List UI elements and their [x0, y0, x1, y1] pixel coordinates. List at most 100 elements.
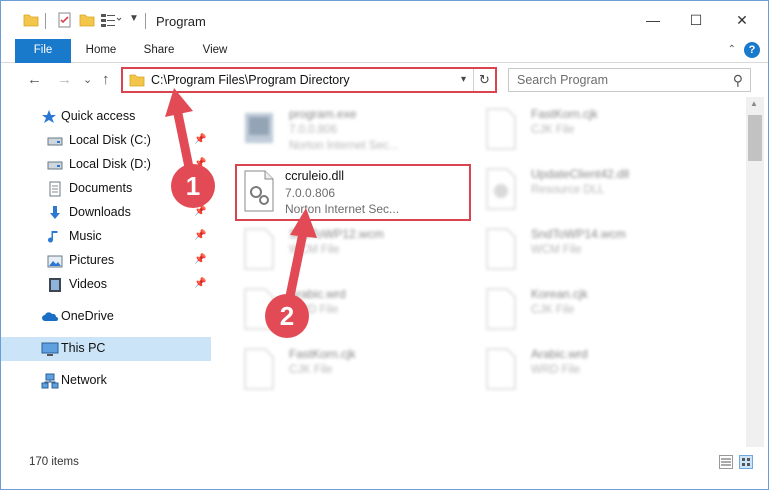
pin-icon[interactable]: 📌: [194, 278, 206, 289]
computer-icon: [41, 341, 59, 357]
file-version: 7.0.0.806: [289, 124, 337, 136]
sidebar-item-label: Quick access: [61, 109, 136, 123]
tab-home[interactable]: Home: [79, 39, 123, 63]
pin-icon[interactable]: 📌: [194, 254, 206, 265]
sidebar-item-music[interactable]: Music 📌: [1, 225, 211, 249]
documents-icon: [47, 181, 63, 197]
title-divider: [145, 13, 146, 29]
window-title: Program: [156, 14, 206, 29]
sidebar-item-label: Videos: [69, 277, 107, 291]
tab-file[interactable]: File: [15, 39, 71, 63]
pin-icon[interactable]: 📌: [194, 230, 206, 241]
file-type: WCM File: [289, 244, 340, 256]
item-count: 170 items: [29, 456, 79, 468]
forward-button[interactable]: →: [57, 71, 72, 88]
search-box[interactable]: Search Program ⚲: [508, 68, 751, 92]
pictures-icon: [47, 253, 63, 269]
title-divider: [45, 13, 46, 29]
folder-icon: [23, 12, 41, 30]
file-name: Arabic.wrd: [531, 347, 588, 361]
close-button[interactable]: ✕: [719, 1, 765, 39]
sidebar-item-label: Pictures: [69, 253, 115, 267]
sidebar-item-pictures[interactable]: Pictures 📌: [1, 249, 211, 273]
file-type: Resource DLL: [531, 184, 605, 196]
dll-file-icon: [483, 167, 519, 215]
scroll-up-icon[interactable]: ▲: [750, 99, 758, 108]
tiles-view-icon[interactable]: [739, 455, 753, 469]
file-item[interactable]: program.exe 7.0.0.806 Norton Internet Se…: [241, 107, 481, 165]
properties-icon[interactable]: [57, 12, 75, 30]
step-1-badge: 1: [171, 164, 215, 208]
navigation-bar: ← → ⌄ ↑ C:\Program Files\Program Directo…: [1, 63, 768, 97]
file-item[interactable]: UpdateClient42.dll Resource DLL: [483, 167, 723, 225]
pin-icon[interactable]: 📌: [194, 134, 206, 145]
file-type: CJK File: [289, 364, 333, 376]
status-bar: 170 items: [1, 451, 768, 489]
star-icon: [41, 109, 57, 125]
tab-share[interactable]: Share: [137, 39, 181, 63]
file-description: Norton Internet Sec...: [285, 202, 400, 216]
highlighted-file-item[interactable]: ccruleio.dll 7.0.0.806 Norton Internet S…: [235, 164, 471, 221]
tab-view[interactable]: View: [195, 39, 235, 63]
new-folder-icon[interactable]: [79, 12, 97, 30]
help-button[interactable]: ?: [744, 42, 760, 58]
refresh-button[interactable]: ↻: [473, 69, 495, 91]
navigation-pane: Quick access Local Disk (C:) 📌 Local Dis…: [1, 101, 211, 451]
file-name: FastKorn.cjk: [289, 347, 356, 361]
file-name: SndToWP12.wcm: [289, 227, 384, 241]
file-name: Korean.cjk: [531, 287, 588, 301]
scroll-thumb[interactable]: [748, 115, 762, 161]
file-icon: [483, 107, 519, 155]
sidebar-item-label: Local Disk (C:): [69, 133, 151, 147]
address-dropdown-icon[interactable]: ▾: [461, 74, 466, 85]
sidebar-item-downloads[interactable]: Downloads 📌: [1, 201, 211, 225]
maximize-button[interactable]: ☐: [673, 1, 719, 39]
sidebar-item-onedrive[interactable]: OneDrive: [1, 305, 211, 329]
file-name: SndToWP14.wcm: [531, 227, 626, 241]
download-icon: [47, 205, 63, 221]
expand-ribbon-icon[interactable]: ⌃: [728, 44, 736, 55]
file-item[interactable]: FastKorn.cjk CJK File: [483, 107, 723, 165]
sidebar-item-this-pc[interactable]: This PC: [1, 337, 211, 361]
sidebar-item-network[interactable]: Network: [1, 369, 211, 393]
explorer-window: ▼ Program — ☐ ✕ File Home Share View ⌃ ?…: [0, 0, 769, 490]
videos-icon: [47, 277, 63, 293]
file-icon: [483, 287, 519, 335]
recent-locations-button[interactable]: ⌄: [83, 73, 92, 86]
file-icon: [483, 227, 519, 275]
file-item[interactable]: FastKorn.cjk CJK File: [241, 347, 481, 405]
drive-icon: [47, 133, 63, 149]
step-2-badge: 2: [265, 294, 309, 338]
file-type: WCM File: [531, 244, 582, 256]
dll-file-icon: [243, 170, 275, 215]
ribbon-tabs: File Home Share View ⌃ ?: [1, 39, 768, 63]
file-item[interactable]: SndToWP12.wcm WCM File: [241, 227, 481, 285]
file-item[interactable]: Arabic.wrd WRD File: [483, 347, 723, 405]
file-icon: [483, 347, 519, 395]
address-inner: C:\Program Files\Program Directory ▾: [125, 71, 469, 89]
sidebar-item-local-disk-c[interactable]: Local Disk (C:) 📌: [1, 129, 211, 153]
file-icon: [241, 227, 277, 275]
file-icon: [241, 347, 277, 395]
up-button[interactable]: ↑: [102, 71, 110, 88]
sidebar-item-quick-access[interactable]: Quick access: [1, 105, 211, 129]
search-input[interactable]: Search Program: [517, 73, 608, 87]
customize-view-icon[interactable]: [100, 12, 122, 30]
minimize-button[interactable]: —: [630, 1, 676, 39]
search-icon[interactable]: ⚲: [733, 72, 743, 89]
exe-file-icon: [241, 107, 277, 155]
file-item[interactable]: SndToWP14.wcm WCM File: [483, 227, 723, 285]
details-view-icon[interactable]: [719, 455, 733, 469]
sidebar-item-videos[interactable]: Videos 📌: [1, 273, 211, 297]
sidebar-item-label: Documents: [69, 181, 133, 195]
address-path[interactable]: C:\Program Files\Program Directory: [151, 73, 350, 87]
address-bar[interactable]: C:\Program Files\Program Directory ▾ ↻: [121, 67, 497, 93]
file-name: program.exe: [289, 107, 357, 121]
network-icon: [41, 373, 59, 389]
file-type: WRD File: [531, 364, 581, 376]
sidebar-item-label: Local Disk (D:): [69, 157, 151, 171]
file-item[interactable]: Korean.cjk CJK File: [483, 287, 723, 345]
vertical-scrollbar[interactable]: ▲: [746, 97, 764, 447]
back-button[interactable]: ←: [27, 71, 42, 88]
file-type: CJK File: [531, 124, 575, 136]
